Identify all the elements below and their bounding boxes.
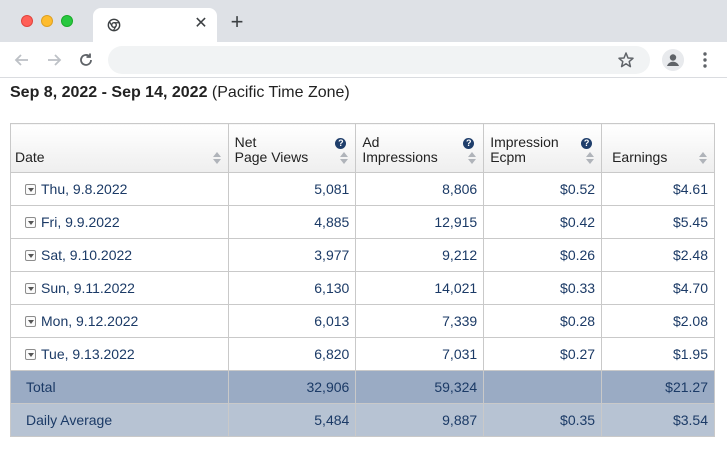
sort-icon[interactable] (340, 152, 349, 164)
earnings-cell: $2.48 (601, 238, 715, 272)
earnings-cell: $4.70 (601, 271, 715, 305)
daily-average-row: Daily Average 5,484 9,887 $0.35 $3.54 (10, 403, 715, 437)
total-ad-impressions: 59,324 (355, 370, 485, 404)
table-row: Sun, 9.11.2022 6,130 14,021 $0.33 $4.70 (10, 271, 715, 305)
earnings-cell: $2.08 (601, 304, 715, 338)
row-date-cell[interactable]: Thu, 9.8.2022 (10, 172, 229, 206)
table-row: Thu, 9.8.2022 5,081 8,806 $0.52 $4.61 (10, 172, 715, 206)
total-net-page-views: 32,906 (227, 370, 357, 404)
address-bar[interactable] (108, 46, 650, 74)
browser-menu-icon[interactable] (697, 50, 713, 70)
tab-close-icon[interactable]: ✕ (193, 16, 209, 32)
earnings-report-table: Date Net Page Views ? Ad Impressions ? I… (10, 123, 715, 437)
column-header-ad-impressions[interactable]: Ad Impressions ? (355, 123, 485, 173)
net-page-views-cell: 6,013 (227, 304, 357, 338)
ecpm-cell: $0.28 (483, 304, 603, 338)
column-header-date[interactable]: Date (10, 123, 229, 173)
net-page-views-cell: 3,977 (227, 238, 357, 272)
net-page-views-cell: 5,081 (227, 172, 357, 206)
earnings-cell: $4.61 (601, 172, 715, 206)
chrome-favicon-icon (107, 18, 121, 32)
total-label: Total (10, 370, 229, 404)
profile-avatar-icon[interactable] (662, 49, 684, 71)
reload-icon[interactable] (77, 51, 95, 69)
row-date-cell[interactable]: Sun, 9.11.2022 (10, 271, 229, 305)
expand-row-icon[interactable] (25, 349, 36, 360)
date-range: Sep 8, 2022 - Sep 14, 2022 (10, 84, 208, 101)
browser-tab[interactable]: ✕ (93, 8, 217, 42)
table-row: Sat, 9.10.2022 3,977 9,212 $0.26 $2.48 (10, 238, 715, 272)
minimize-window-button[interactable] (41, 15, 53, 27)
table-row: Mon, 9.12.2022 6,013 7,339 $0.28 $2.08 (10, 304, 715, 338)
ad-impressions-cell: 12,915 (355, 205, 485, 239)
sort-icon[interactable] (212, 152, 221, 164)
expand-row-icon[interactable] (25, 184, 36, 195)
timezone-label: (Pacific Time Zone) (211, 84, 350, 101)
help-icon[interactable]: ? (581, 138, 593, 149)
new-tab-button[interactable]: + (228, 11, 246, 33)
ecpm-cell: $0.42 (483, 205, 603, 239)
report-heading: Sep 8, 2022 - Sep 14, 2022 (Pacific Time… (10, 84, 350, 102)
earnings-cell: $5.45 (601, 205, 715, 239)
expand-row-icon[interactable] (25, 217, 36, 228)
row-date-cell[interactable]: Fri, 9.9.2022 (10, 205, 229, 239)
sort-icon[interactable] (468, 152, 477, 164)
average-ecpm: $0.35 (483, 403, 603, 437)
column-header-net-page-views[interactable]: Net Page Views ? (227, 123, 357, 173)
average-net-page-views: 5,484 (227, 403, 357, 437)
average-label: Daily Average (10, 403, 229, 437)
table-row: Tue, 9.13.2022 6,820 7,031 $0.27 $1.95 (10, 337, 715, 371)
average-ad-impressions: 9,887 (355, 403, 485, 437)
column-header-earnings[interactable]: Earnings (601, 123, 715, 173)
average-earnings: $3.54 (601, 403, 715, 437)
sort-icon[interactable] (586, 152, 595, 164)
row-date-cell[interactable]: Tue, 9.13.2022 (10, 337, 229, 371)
back-arrow-icon[interactable] (13, 51, 31, 69)
sort-icon[interactable] (699, 152, 707, 164)
ecpm-cell: $0.27 (483, 337, 603, 371)
ad-impressions-cell: 14,021 (355, 271, 485, 305)
table-row: Fri, 9.9.2022 4,885 12,915 $0.42 $5.45 (10, 205, 715, 239)
total-ecpm (483, 370, 603, 404)
total-earnings: $21.27 (601, 370, 715, 404)
row-date-cell[interactable]: Sat, 9.10.2022 (10, 238, 229, 272)
table-header-row: Date Net Page Views ? Ad Impressions ? I… (10, 123, 715, 173)
column-header-impression-ecpm[interactable]: Impression Ecpm ? (483, 123, 603, 173)
ecpm-cell: $0.52 (483, 172, 603, 206)
earnings-cell: $1.95 (601, 337, 715, 371)
browser-tab-bar: ✕ + (0, 0, 727, 42)
bookmark-star-icon[interactable] (617, 51, 635, 69)
help-icon[interactable]: ? (335, 138, 347, 149)
net-page-views-cell: 6,130 (227, 271, 357, 305)
expand-row-icon[interactable] (25, 250, 36, 261)
row-date-cell[interactable]: Mon, 9.12.2022 (10, 304, 229, 338)
ad-impressions-cell: 8,806 (355, 172, 485, 206)
net-page-views-cell: 6,820 (227, 337, 357, 371)
total-row: Total 32,906 59,324 $21.27 (10, 370, 715, 404)
expand-row-icon[interactable] (25, 316, 36, 327)
ad-impressions-cell: 9,212 (355, 238, 485, 272)
ecpm-cell: $0.26 (483, 238, 603, 272)
maximize-window-button[interactable] (61, 15, 73, 27)
ad-impressions-cell: 7,339 (355, 304, 485, 338)
close-window-button[interactable] (21, 15, 33, 27)
net-page-views-cell: 4,885 (227, 205, 357, 239)
ad-impressions-cell: 7,031 (355, 337, 485, 371)
browser-toolbar (0, 42, 727, 78)
ecpm-cell: $0.33 (483, 271, 603, 305)
expand-row-icon[interactable] (25, 283, 36, 294)
forward-arrow-icon[interactable] (45, 51, 63, 69)
help-icon[interactable]: ? (463, 138, 475, 149)
